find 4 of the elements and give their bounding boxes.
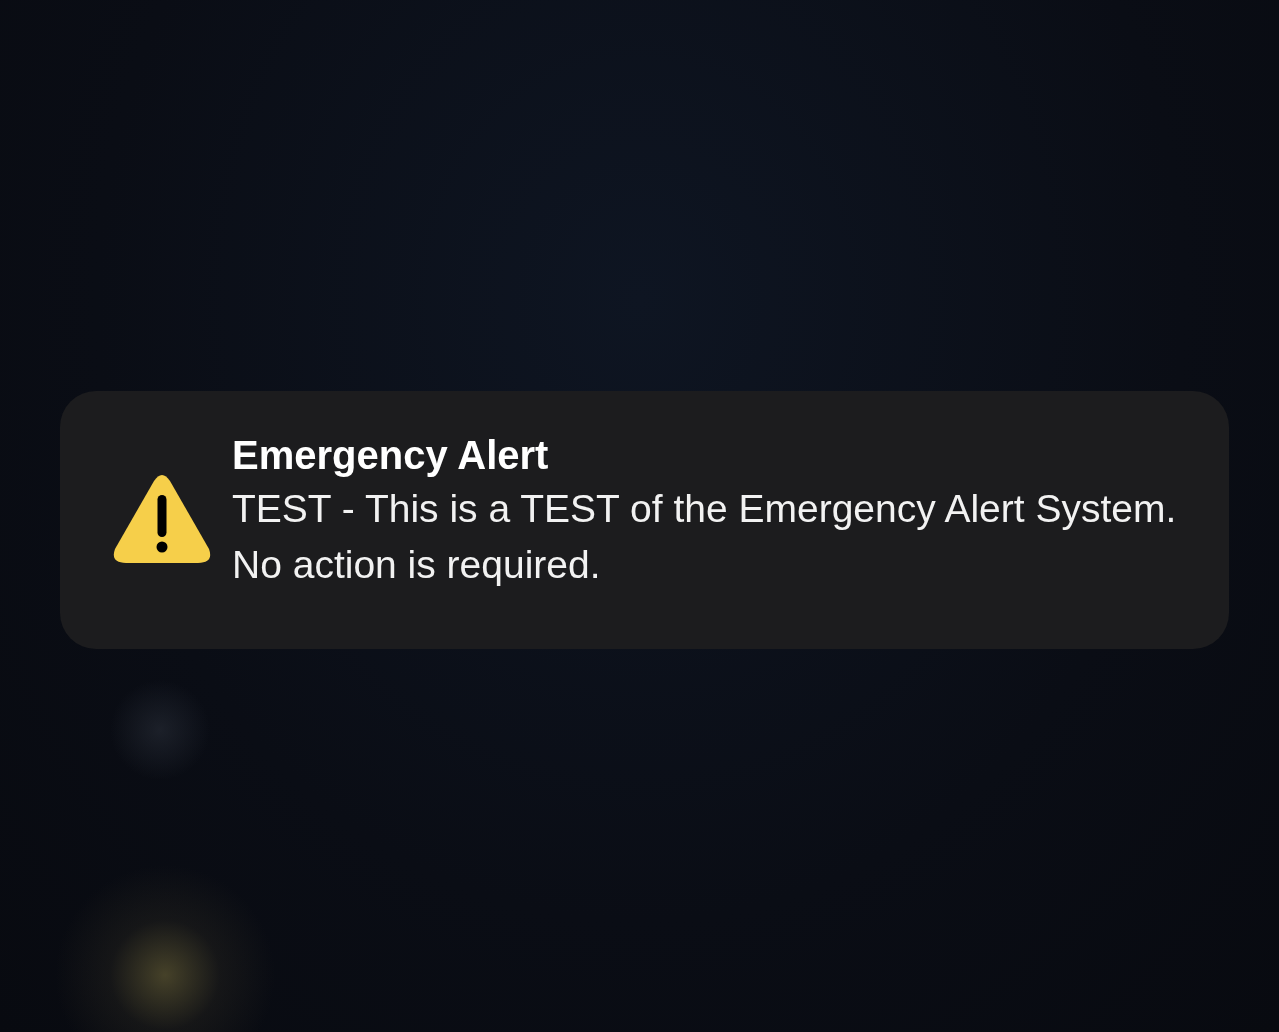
alert-title: Emergency Alert (232, 432, 550, 479)
warning-icon (112, 473, 212, 565)
notification-card[interactable]: Emergency Alert TEST - This is a TEST of the Emergency Alert System. No action is required. (60, 391, 1229, 649)
alert-message: TEST - This is a TEST of the Emergency Alert System. No action is required. (232, 486, 1178, 588)
